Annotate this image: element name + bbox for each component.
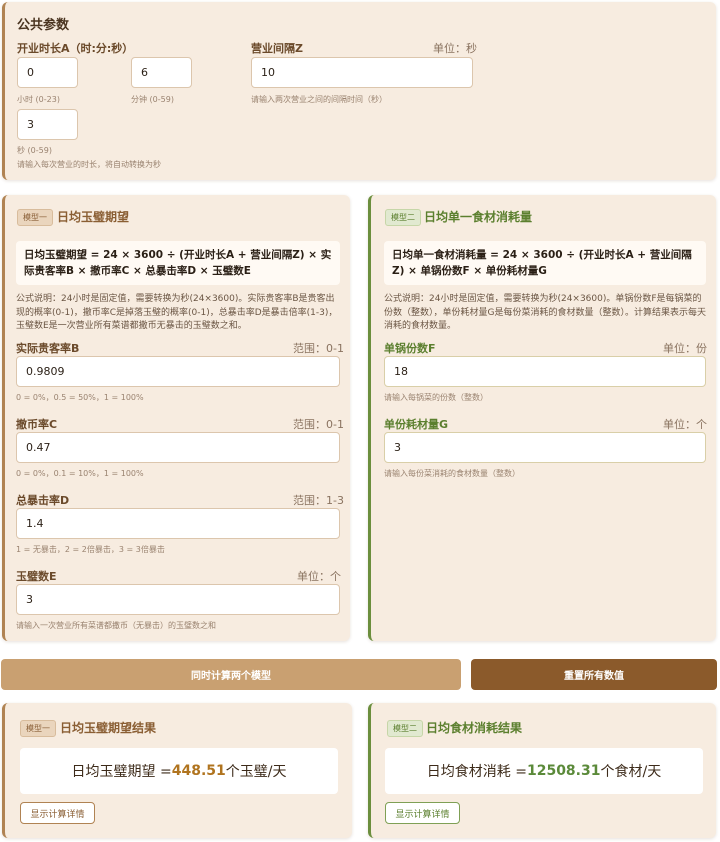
minutes-input[interactable]: 6	[131, 57, 192, 88]
common-params-card: 公共参数 开业时长A（时:分:秒） 营业间隔Z 单位：秒 0 6 10 小时 (…	[2, 2, 716, 180]
result1-card: 模型一 日均玉璧期望结果 日均玉璧期望 = 448.51 个玉璧/天 显示计算详情	[2, 703, 352, 838]
crit-rate-hint: 1 = 无暴击，2 = 2倍暴击，3 = 3倍暴击	[16, 545, 165, 554]
field-jade-count-label: 玉璧数E	[16, 570, 57, 583]
field-drop-rate-unit: 范围：0-1	[293, 418, 344, 431]
calculate-both-button[interactable]: 同时计算两个模型	[1, 659, 461, 690]
open-duration-label: 开业时长A（时:分:秒）	[17, 42, 134, 55]
field-material-per-serving-unit: 单位：个	[663, 418, 707, 431]
guest-rate-input[interactable]: 0.9809	[16, 356, 340, 387]
common-params-title: 公共参数	[17, 18, 70, 33]
result1-details-button[interactable]: 显示计算详情	[20, 802, 95, 824]
field-guest-rate-label: 实际贵客率B	[16, 342, 80, 355]
result2-prefix: 日均食材消耗 =	[426, 764, 527, 780]
material-per-serving-hint: 请输入每份菜消耗的食材数量（整数）	[384, 469, 520, 478]
duration-hint: 请输入每次营业的时长，将自动转换为秒	[17, 160, 161, 169]
material-per-serving-input[interactable]: 3	[384, 432, 706, 463]
jade-count-input[interactable]: 3	[16, 584, 340, 615]
jade-count-hint: 请输入一次营业所有菜谱都撒币（无暴击）的玉璧数之和	[16, 621, 216, 630]
result2-value: 12508.31	[526, 763, 601, 779]
model2-card: 模型二 日均单一食材消耗量 日均单一食材消耗量 = 24 × 3600 ÷ (开…	[368, 195, 716, 641]
field-material-per-serving-label: 单份耗材量G	[384, 418, 449, 431]
interval-hint: 请输入两次营业之间的间隔时间（秒）	[251, 95, 387, 104]
result1-title: 日均玉璧期望结果	[60, 721, 157, 735]
interval-unit: 单位：秒	[433, 42, 477, 55]
model1-title: 日均玉璧期望	[57, 210, 130, 224]
model2-formula: 日均单一食材消耗量 = 24 × 3600 ÷ (开业时长A + 营业间隔Z) …	[384, 241, 706, 285]
seconds-hint: 秒 (0-59)	[17, 146, 52, 155]
guest-rate-hint: 0 = 0%，0.5 = 50%，1 = 100%	[16, 393, 144, 402]
model1-badge: 模型一	[17, 209, 53, 226]
model2-title: 日均单一食材消耗量	[424, 210, 533, 224]
model1-formula: 日均玉璧期望 = 24 × 3600 ÷ (开业时长A + 营业间隔Z) × 实…	[16, 241, 340, 285]
result1-prefix: 日均玉璧期望 =	[71, 764, 172, 780]
hours-hint: 小时 (0-23)	[17, 95, 60, 104]
result2-details-button[interactable]: 显示计算详情	[385, 802, 460, 824]
drop-rate-input[interactable]: 0.47	[16, 432, 340, 463]
field-crit-rate-label: 总暴击率D	[16, 494, 70, 507]
model1-card: 模型一 日均玉璧期望 日均玉璧期望 = 24 × 3600 ÷ (开业时长A +…	[2, 195, 350, 641]
drop-rate-hint: 0 = 0%，0.1 = 10%，1 = 100%	[16, 469, 144, 478]
field-crit-rate-unit: 范围：1-3	[293, 494, 344, 507]
result1-value: 448.51	[171, 763, 226, 779]
result1-display: 日均玉璧期望 = 448.51 个玉璧/天	[20, 748, 338, 794]
field-pot-servings-label: 单锅份数F	[384, 342, 436, 355]
minutes-hint: 分钟 (0-59)	[131, 95, 174, 104]
field-jade-count-unit: 单位：个	[297, 570, 341, 583]
field-drop-rate-label: 撤币率C	[16, 418, 58, 431]
result1-suffix: 个玉璧/天	[225, 764, 287, 780]
crit-rate-input[interactable]: 1.4	[16, 508, 340, 539]
result1-badge: 模型一	[20, 720, 56, 737]
field-guest-rate-unit: 范围：0-1	[293, 342, 344, 355]
pot-servings-hint: 请输入每锅菜的份数（整数）	[384, 393, 488, 402]
model2-description: 公式说明：24小时是固定值，需要转换为秒(24×3600)。单锅份数F是每锅菜的…	[384, 294, 706, 331]
reset-all-button[interactable]: 重置所有数值	[471, 659, 717, 690]
result2-badge: 模型二	[387, 720, 423, 737]
interval-label: 营业间隔Z	[251, 42, 303, 55]
model1-description: 公式说明：24小时是固定值，需要转换为秒(24×3600)。实际贵客率B是贵客出…	[16, 294, 338, 331]
result2-display: 日均食材消耗 = 12508.31 个食材/天	[385, 748, 703, 794]
hours-input[interactable]: 0	[17, 57, 78, 88]
pot-servings-input[interactable]: 18	[384, 356, 706, 387]
result2-title: 日均食材消耗结果	[426, 721, 523, 735]
model2-badge: 模型二	[385, 209, 421, 226]
field-pot-servings-unit: 单位：份	[663, 342, 707, 355]
result2-card: 模型二 日均食材消耗结果 日均食材消耗 = 12508.31 个食材/天 显示计算详…	[368, 703, 716, 838]
interval-input[interactable]: 10	[251, 57, 473, 88]
seconds-input[interactable]: 3	[17, 109, 78, 140]
result2-suffix: 个食材/天	[600, 764, 662, 780]
